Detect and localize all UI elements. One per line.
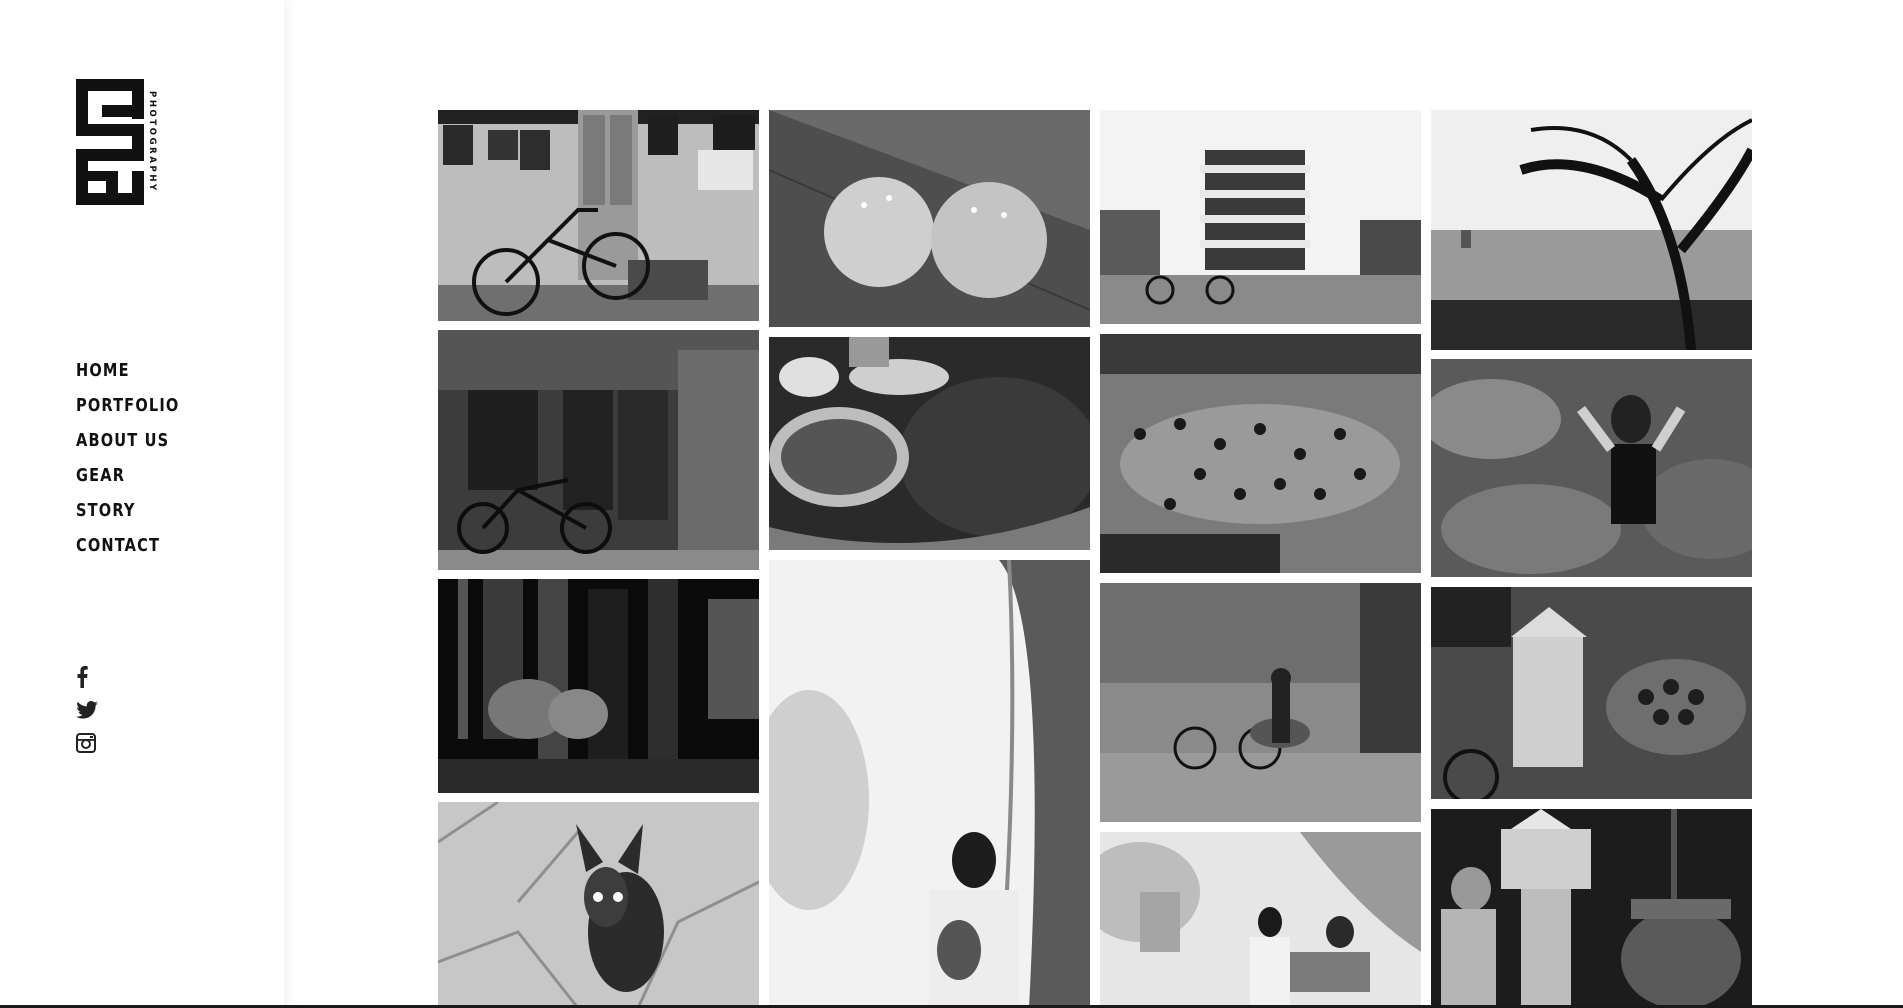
- photo-tile[interactable]: [1431, 587, 1752, 799]
- nav-item-about-us[interactable]: ABOUT US: [76, 428, 179, 463]
- photo-tile[interactable]: [769, 560, 1090, 1008]
- logo-tagline: PHOTOGRAPHY: [147, 91, 157, 193]
- photo-image: [1431, 110, 1752, 350]
- photo-tile[interactable]: [1100, 334, 1421, 573]
- photo-image: [1431, 587, 1752, 799]
- photo-image: [438, 802, 759, 1008]
- photo-tile[interactable]: [1100, 110, 1421, 324]
- sidebar: PHOTOGRAPHY HOME PORTFOLIO ABOUT US GEAR…: [0, 0, 284, 1008]
- nav-item-portfolio[interactable]: PORTFOLIO: [76, 393, 179, 428]
- photo-tile[interactable]: [769, 110, 1090, 327]
- photo-image: [1431, 809, 1752, 1008]
- photo-image: [1100, 110, 1421, 324]
- photo-tile[interactable]: [438, 330, 759, 570]
- logo-mark-icon: [76, 79, 144, 205]
- photo-tile[interactable]: [769, 337, 1090, 550]
- photo-image: [438, 110, 759, 321]
- photo-image: [438, 330, 759, 570]
- nav-item-story[interactable]: STORY: [76, 498, 179, 533]
- photo-image: [1100, 832, 1421, 1008]
- nav-item-contact[interactable]: CONTACT: [76, 533, 179, 568]
- photo-tile[interactable]: [1100, 583, 1421, 822]
- photo-image: [769, 337, 1090, 550]
- logo[interactable]: PHOTOGRAPHY: [76, 79, 158, 205]
- nav-item-home[interactable]: HOME: [76, 358, 179, 393]
- photo-image: [438, 579, 759, 793]
- photo-image: [1431, 359, 1752, 577]
- facebook-icon[interactable]: [76, 666, 98, 688]
- instagram-icon[interactable]: [76, 732, 98, 754]
- photo-tile[interactable]: [1100, 832, 1421, 1008]
- photo-tile[interactable]: [1431, 359, 1752, 577]
- photo-tile[interactable]: [1431, 110, 1752, 350]
- main-nav: HOME PORTFOLIO ABOUT US GEAR STORY CONTA…: [76, 358, 191, 568]
- nav-item-gear[interactable]: GEAR: [76, 463, 179, 498]
- social-links: [76, 666, 98, 765]
- photo-image: [1100, 334, 1421, 573]
- photo-image: [769, 560, 1090, 1008]
- twitter-icon[interactable]: [76, 699, 98, 721]
- photo-image: [1100, 583, 1421, 822]
- photo-tile[interactable]: [438, 579, 759, 793]
- photo-image: [769, 110, 1090, 327]
- photo-tile[interactable]: [1431, 809, 1752, 1008]
- photo-tile[interactable]: [438, 110, 759, 321]
- photo-tile[interactable]: [438, 802, 759, 1008]
- gallery: [284, 0, 1903, 1008]
